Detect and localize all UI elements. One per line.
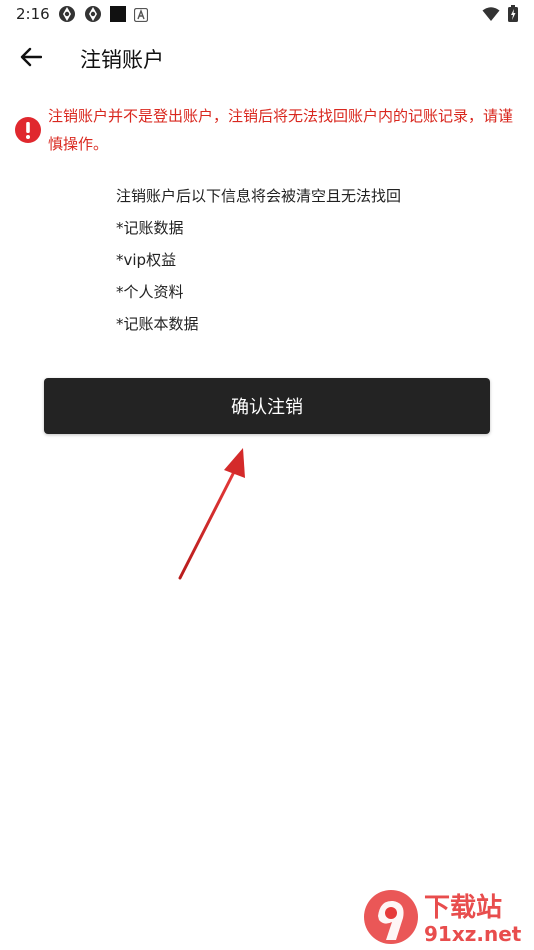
a-badge-icon bbox=[133, 7, 149, 26]
back-button[interactable] bbox=[14, 42, 48, 76]
svg-text:91xz.net: 91xz.net bbox=[424, 922, 522, 946]
confirm-deregister-button[interactable]: 确认注销 bbox=[44, 378, 490, 434]
cleared-info-list: 注销账户后以下信息将会被清空且无法找回 *记账数据 *vip权益 *个人资料 *… bbox=[116, 180, 401, 340]
aperture-icon bbox=[84, 5, 102, 27]
warning-text: 注销账户并不是登出账户，注销后将无法找回账户内的记账记录，请谨慎操作。 bbox=[48, 107, 514, 153]
svg-text:下载站: 下载站 bbox=[424, 893, 502, 923]
wifi-icon bbox=[482, 6, 500, 26]
aperture-icon bbox=[58, 5, 76, 27]
square-icon bbox=[110, 6, 126, 26]
page-title: 注销账户 bbox=[80, 48, 164, 72]
battery-charging-icon bbox=[508, 5, 518, 26]
app-bar: 注销账户 bbox=[0, 30, 534, 86]
status-time: 2:16 bbox=[16, 5, 50, 23]
exclamation-circle-icon bbox=[14, 116, 42, 144]
watermark: 下载站 91xz.net bbox=[360, 886, 530, 948]
list-item: *记账本数据 bbox=[116, 315, 199, 333]
info-heading: 注销账户后以下信息将会被清空且无法找回 bbox=[116, 187, 402, 205]
screen: 2:16 注销账户 注销账户并不是登出账户，注销后将无法找回账户内的记账记录，请… bbox=[0, 0, 534, 950]
list-item: *记账数据 bbox=[116, 219, 184, 237]
notification-icons bbox=[58, 5, 149, 27]
status-bar: 2:16 bbox=[0, 0, 534, 28]
list-item: *个人资料 bbox=[116, 283, 184, 301]
list-item: *vip权益 bbox=[116, 251, 177, 269]
arrow-left-icon bbox=[20, 47, 43, 71]
system-icons bbox=[482, 5, 518, 26]
